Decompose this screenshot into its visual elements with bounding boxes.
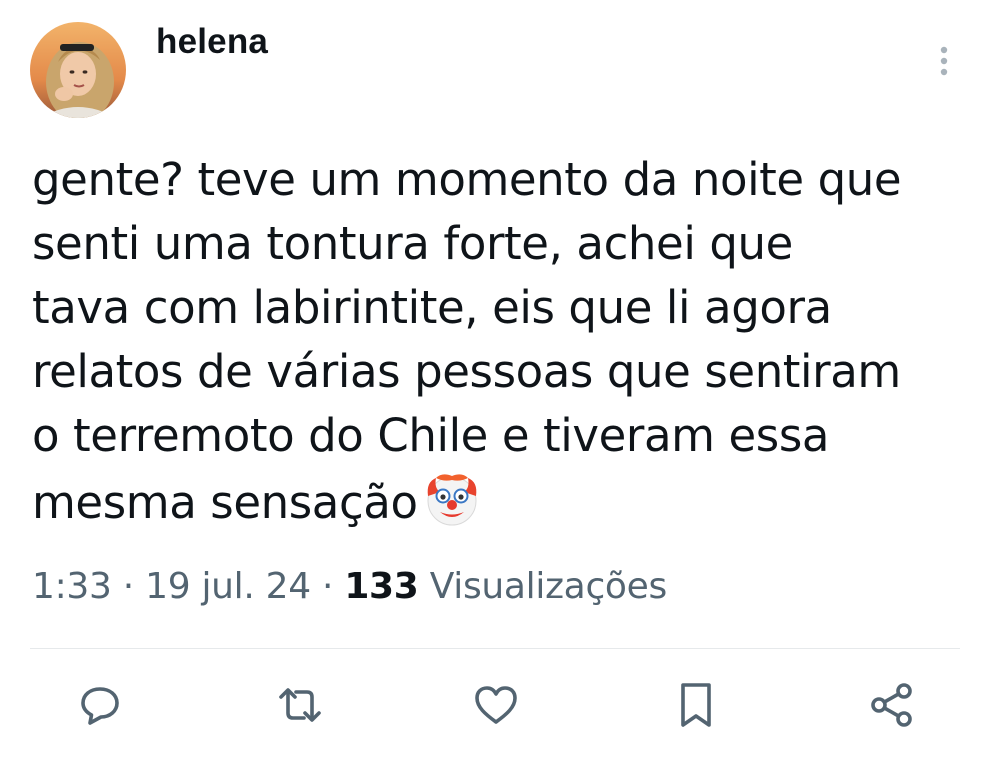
like-button[interactable]	[466, 675, 526, 735]
more-options-icon[interactable]	[926, 42, 962, 82]
share-button[interactable]	[862, 675, 922, 735]
reply-button[interactable]	[70, 675, 130, 735]
clown-face-icon	[422, 468, 482, 545]
retweet-button[interactable]	[270, 675, 330, 735]
tweet-text: gente? teve um momento da noite que sent…	[32, 148, 952, 545]
tweet-time[interactable]: 1:33	[32, 566, 112, 607]
tweet-date[interactable]: 19 jul. 24	[145, 566, 311, 607]
reply-icon	[81, 687, 119, 725]
divider	[30, 648, 960, 649]
retweet-icon	[279, 688, 321, 722]
meta-separator: ·	[310, 566, 345, 607]
meta-separator: ·	[111, 566, 146, 607]
avatar[interactable]	[30, 22, 126, 118]
username[interactable]: helena	[156, 22, 268, 62]
bookmark-button[interactable]	[666, 675, 726, 735]
views-label[interactable]: Visualizações	[419, 566, 668, 607]
like-icon	[475, 686, 517, 724]
tweet-meta: 1:33 · 19 jul. 24 · 133 Visualizações	[32, 566, 667, 607]
action-bar	[0, 675, 984, 735]
share-icon	[871, 683, 912, 727]
avatar-photo	[30, 22, 126, 118]
bookmark-icon	[681, 683, 711, 727]
views-count[interactable]: 133	[344, 566, 419, 607]
